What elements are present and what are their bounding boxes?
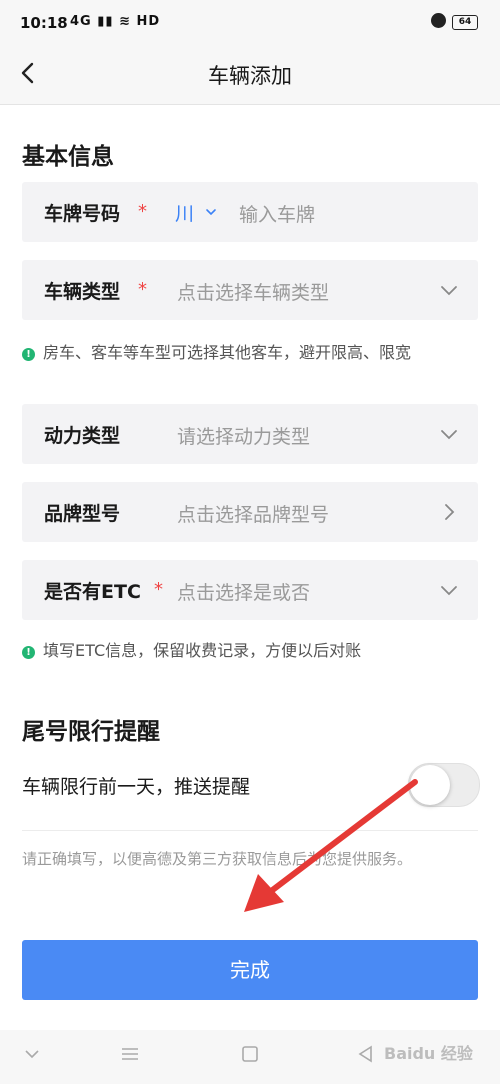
page-title: 车辆添加: [208, 64, 292, 88]
brand-model-select[interactable]: 点击选择品牌型号: [177, 500, 329, 527]
annotation-arrow: [244, 779, 418, 912]
etc-label: 是否有ETC: [44, 581, 141, 603]
province-selector[interactable]: 川: [175, 199, 194, 226]
hd-label: HD: [136, 14, 161, 29]
battery-indicator: 64: [452, 15, 478, 30]
signal-icon: ▮▮: [97, 14, 114, 29]
system-nav-bar: Baidu 经验: [0, 1030, 500, 1084]
restriction-heading: 尾号限行提醒: [22, 719, 160, 745]
power-type-field[interactable]: 动力类型 请选择动力类型: [22, 404, 478, 464]
done-button[interactable]: 完成: [22, 940, 478, 1000]
required-mark: *: [138, 279, 147, 300]
wifi-icon: ≋: [119, 14, 131, 29]
baidu-watermark: Baidu 经验: [384, 1044, 473, 1063]
vehicle-type-select[interactable]: 点击选择车辆类型: [177, 278, 329, 305]
info-icon: !: [22, 646, 35, 659]
plate-number-input[interactable]: 输入车牌: [239, 200, 315, 227]
brand-model-label: 品牌型号: [44, 503, 121, 525]
home-icon[interactable]: [240, 1044, 260, 1064]
etc-hint: ! 填写ETC信息，保留收费记录，方便以后对账: [22, 640, 482, 662]
power-type-label: 动力类型: [44, 425, 121, 447]
etc-hint-text: 填写ETC信息，保留收费记录，方便以后对账: [43, 641, 362, 660]
vehicle-type-hint: ! 房车、客车等车型可选择其他客车，避开限高、限宽: [22, 342, 482, 364]
menu-icon[interactable]: [120, 1044, 140, 1064]
plate-number-label: 车牌号码: [44, 203, 121, 225]
chevron-down-icon: [441, 586, 457, 596]
required-mark: *: [138, 201, 147, 222]
vehicle-type-label: 车辆类型: [44, 281, 121, 303]
navigation-bar: 车辆添加: [0, 46, 500, 105]
plate-number-field[interactable]: 车牌号码 * 川 输入车牌: [22, 182, 478, 242]
status-bar: 10:18 4G ▮▮ ≋ HD 64: [0, 0, 500, 46]
info-icon: !: [22, 348, 35, 361]
vehicle-type-hint-text: 房车、客车等车型可选择其他客车，避开限高、限宽: [43, 343, 412, 362]
restriction-toggle-label: 车辆限行前一天，推送提醒: [22, 776, 251, 798]
network-type: 4G: [70, 14, 92, 29]
chevron-down-icon: [441, 286, 457, 296]
status-time: 10:18: [20, 14, 68, 32]
vehicle-type-field[interactable]: 车辆类型 * 点击选择车辆类型: [22, 260, 478, 320]
back-icon[interactable]: [356, 1044, 376, 1064]
etc-field[interactable]: 是否有ETC * 点击选择是或否: [22, 560, 478, 620]
alarm-icon: [431, 13, 446, 28]
collapse-icon[interactable]: [22, 1044, 42, 1064]
network-indicator: 4G ▮▮ ≋ HD: [70, 14, 160, 29]
chevron-down-icon: [441, 430, 457, 440]
etc-select[interactable]: 点击选择是或否: [177, 578, 310, 605]
power-type-select[interactable]: 请选择动力类型: [177, 422, 310, 449]
chevron-right-icon: [445, 504, 455, 520]
chevron-down-icon[interactable]: [205, 206, 217, 218]
required-mark: *: [154, 579, 163, 600]
basic-info-heading: 基本信息: [22, 144, 114, 170]
brand-model-field[interactable]: 品牌型号 点击选择品牌型号: [22, 482, 478, 542]
